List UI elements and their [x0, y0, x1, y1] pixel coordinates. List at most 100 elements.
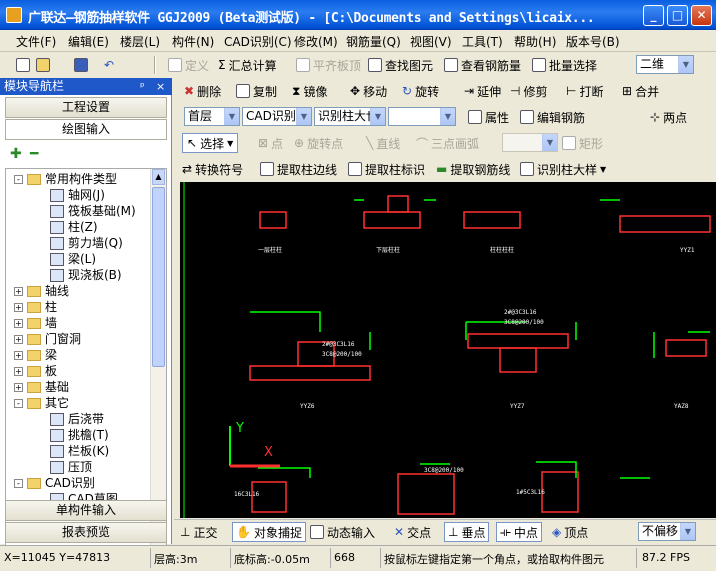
view-mode-select[interactable]: 二维 ▼: [636, 55, 694, 74]
merge-button[interactable]: ⊞ 合并: [622, 81, 659, 101]
identify-column-sample-button[interactable]: 识别柱大样 ▼: [520, 159, 606, 179]
drawing-input-button[interactable]: 绘图输入: [5, 119, 167, 140]
tree-item[interactable]: + 梁: [14, 347, 57, 363]
report-preview-button[interactable]: 报表预览: [5, 522, 167, 543]
open-button[interactable]: [36, 55, 50, 75]
collapse-all-icon[interactable]: ━: [30, 146, 38, 162]
tree-item[interactable]: + 基础: [14, 379, 69, 395]
rectangle-button[interactable]: 矩形: [562, 133, 603, 153]
menu-cad[interactable]: CAD识别(C): [224, 33, 292, 50]
tree-item[interactable]: - 常用构件类型: [14, 171, 117, 187]
pin-icon[interactable]: ᵖ: [140, 78, 145, 95]
expand-icon[interactable]: +: [14, 287, 23, 296]
two-point-button[interactable]: ⊹ 两点: [650, 107, 687, 127]
menu-floor[interactable]: 楼层(L): [120, 33, 160, 50]
tree-item[interactable]: 后浇带: [50, 411, 104, 427]
vertex-snap[interactable]: ◈ 顶点: [552, 522, 588, 542]
extend-button[interactable]: ⇥ 延伸: [464, 81, 501, 101]
tree-item[interactable]: - CAD识别: [14, 475, 95, 491]
object-snap-toggle[interactable]: ✋ 对象捕捉: [232, 522, 306, 542]
save-button[interactable]: [74, 55, 88, 75]
new-button[interactable]: [16, 55, 30, 75]
close-icon[interactable]: ×: [156, 78, 165, 95]
offset-select[interactable]: 不偏移 ▼: [638, 522, 696, 541]
delete-button[interactable]: ✖ 删除: [184, 81, 221, 101]
expand-icon[interactable]: +: [14, 335, 23, 344]
maximize-button[interactable]: □: [667, 5, 688, 26]
tree-item[interactable]: 剪力墙(Q): [50, 235, 123, 251]
tree-item[interactable]: 柱(Z): [50, 219, 98, 235]
tree-item[interactable]: 筏板基础(M): [50, 203, 136, 219]
edit-rebar-button[interactable]: 编辑钢筋: [520, 107, 585, 127]
copy-button[interactable]: 复制: [236, 81, 277, 101]
expand-icon[interactable]: +: [14, 303, 23, 312]
batch-select-button[interactable]: 批量选择: [532, 55, 597, 75]
properties-button[interactable]: 属性: [468, 107, 509, 127]
arc-button[interactable]: ⌒ 三点画弧: [416, 133, 479, 153]
perpendicular-snap[interactable]: ⊥ 垂点: [444, 522, 490, 542]
flat-slab-top-button[interactable]: 平齐板顶: [296, 55, 361, 75]
extract-column-edge-button[interactable]: 提取柱边线: [260, 159, 337, 179]
menu-version[interactable]: 版本号(B): [566, 33, 620, 50]
scroll-up-icon[interactable]: ▲: [152, 169, 165, 185]
expand-icon[interactable]: +: [14, 319, 23, 328]
trim-button[interactable]: ⊣ 修剪: [510, 81, 547, 101]
view-rebar-button[interactable]: 查看钢筋量: [444, 55, 521, 75]
menu-tools[interactable]: 工具(T): [462, 33, 503, 50]
collapse-icon[interactable]: -: [14, 399, 23, 408]
menu-view[interactable]: 视图(V): [410, 33, 452, 50]
scroll-thumb[interactable]: [152, 187, 165, 367]
column-detail-select[interactable]: 识别柱大† ▼: [314, 107, 386, 126]
point-button[interactable]: ⊠ 点: [258, 133, 283, 153]
menu-rebar[interactable]: 钢筋量(Q): [346, 33, 401, 50]
tree-item[interactable]: + 板: [14, 363, 57, 379]
undo-button[interactable]: ↶: [104, 55, 114, 75]
tree-item[interactable]: + 柱: [14, 299, 57, 315]
minimize-button[interactable]: _: [643, 5, 664, 26]
tree-item[interactable]: + 墙: [14, 315, 57, 331]
collapse-icon[interactable]: -: [14, 479, 23, 488]
expand-icon[interactable]: +: [14, 367, 23, 376]
extract-column-label-button[interactable]: 提取柱标识: [348, 159, 425, 179]
expand-icon[interactable]: +: [14, 351, 23, 360]
cad-drawing[interactable]: 一层柱柱 下层柱柱 柱柱柱柱 YYZ1 YYZ6 YYZ7 YAZ8 2#@3C…: [180, 182, 716, 518]
menu-help[interactable]: 帮助(H): [514, 33, 556, 50]
collapse-icon[interactable]: -: [14, 175, 23, 184]
close-button[interactable]: ✕: [691, 5, 712, 26]
ortho-toggle[interactable]: ⊥ 正交: [180, 522, 217, 542]
arc-mode-select[interactable]: ▼: [502, 133, 558, 152]
tree-item[interactable]: 梁(L): [50, 251, 96, 267]
select-button[interactable]: ↖ 选择 ▼: [182, 133, 239, 153]
sum-calc-button[interactable]: Σ 汇总计算: [218, 55, 277, 75]
dynamic-input-toggle[interactable]: 动态输入: [310, 522, 375, 542]
define-button[interactable]: 定义: [168, 55, 209, 75]
tree-item[interactable]: 挑檐(T): [50, 427, 109, 443]
cad-drawing-canvas[interactable]: 一层柱柱 下层柱柱 柱柱柱柱 YYZ1 YYZ6 YYZ7 YAZ8 2#@3C…: [180, 182, 716, 518]
rotate-point-button[interactable]: ⊕ 旋转点: [294, 133, 343, 153]
menu-modify[interactable]: 修改(M): [294, 33, 338, 50]
mirror-button[interactable]: ⧗ 镜像: [292, 81, 327, 101]
menu-file[interactable]: 文件(F): [16, 33, 56, 50]
component-select[interactable]: ▼: [388, 107, 456, 126]
tree-item[interactable]: + 门窗洞: [14, 331, 81, 347]
find-element-button[interactable]: 查找图元: [368, 55, 433, 75]
tree-item[interactable]: 现浇板(B): [50, 267, 122, 283]
menu-component[interactable]: 构件(N): [172, 33, 214, 50]
break-button[interactable]: ⊢ 打断: [566, 81, 603, 101]
tree-item[interactable]: 压顶: [50, 459, 92, 475]
expand-all-icon[interactable]: ✚: [10, 146, 22, 162]
floor-select[interactable]: 首层 ▼: [184, 107, 240, 126]
tree-item[interactable]: 栏板(K): [50, 443, 109, 459]
midpoint-snap[interactable]: ⟛ 中点: [496, 522, 542, 542]
single-component-input-button[interactable]: 单构件输入: [5, 500, 167, 521]
title-bar[interactable]: 广联达—钢筋抽样软件 GGJ2009 (Beta测试版) - [C:\Docum…: [0, 0, 716, 30]
extract-rebar-line-button[interactable]: ▬ 提取钢筋线: [436, 159, 510, 179]
rotate-button[interactable]: ↻ 旋转: [402, 81, 439, 101]
tree-item[interactable]: - 其它: [14, 395, 69, 411]
cad-mode-select[interactable]: CAD识别 ▼: [242, 107, 312, 126]
project-settings-button[interactable]: 工程设置: [5, 97, 167, 118]
intersection-snap[interactable]: ✕ 交点: [394, 522, 431, 542]
expand-icon[interactable]: +: [14, 383, 23, 392]
move-button[interactable]: ✥ 移动: [350, 81, 387, 101]
line-button[interactable]: ╲ 直线: [366, 133, 400, 153]
